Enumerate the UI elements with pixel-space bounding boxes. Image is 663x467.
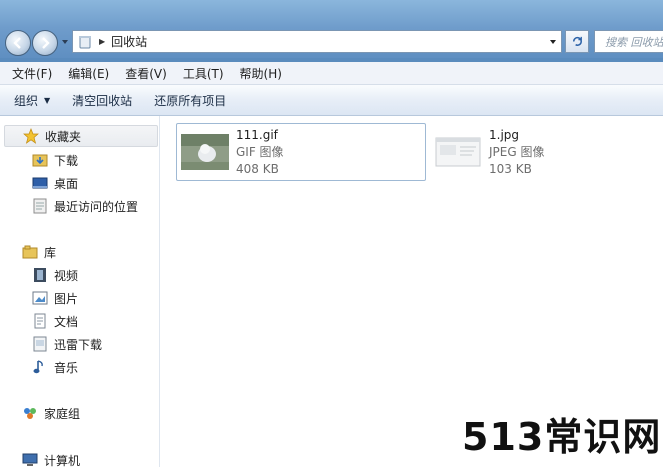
sidebar-item-thunder-downloads[interactable]: 迅雷下载: [0, 333, 159, 355]
sidebar-item-recent-places[interactable]: 最近访问的位置: [0, 195, 159, 217]
favorites-label: 收藏夹: [45, 129, 82, 144]
menu-bar: 文件(F) 编辑(E) 查看(V) 工具(T) 帮助(H): [0, 62, 663, 85]
breadcrumb-recycle-bin[interactable]: 回收站: [111, 33, 147, 50]
recent-places-label: 最近访问的位置: [54, 199, 139, 214]
site-watermark: 513常识网: [462, 415, 662, 459]
chevron-down-icon: ▼: [44, 95, 51, 105]
back-arrow-icon: [13, 37, 21, 49]
recent-pages-dropdown-icon[interactable]: [61, 38, 69, 46]
sidebar-item-computer[interactable]: 计算机: [0, 449, 159, 467]
jpg-thumbnail-image: [434, 134, 482, 170]
menu-tools[interactable]: 工具(T): [175, 65, 232, 82]
documents-library-icon: [32, 313, 48, 329]
sidebar-item-libraries[interactable]: 库: [0, 241, 159, 263]
refresh-button[interactable]: [565, 30, 589, 53]
computer-icon: [22, 452, 38, 467]
desktop-label: 桌面: [54, 176, 79, 191]
recent-places-icon: [32, 198, 48, 214]
file-tile-1-jpg[interactable]: 1.jpg JPEG 图像 103 KB: [430, 123, 663, 181]
menu-edit[interactable]: 编辑(E): [60, 65, 117, 82]
thunder-downloads-icon: [32, 336, 48, 352]
forward-button[interactable]: [32, 30, 58, 56]
navigation-pane: 收藏夹 下载 桌面 最近访问的位置 库 视频 图片 文档 迅雷下载 音乐 家庭组…: [0, 116, 160, 467]
homegroup-label: 家庭组: [44, 406, 81, 421]
back-button[interactable]: [5, 30, 31, 56]
libraries-label: 库: [44, 245, 57, 260]
search-placeholder: 搜索 回收站: [605, 35, 663, 49]
gif-thumbnail-image: [181, 134, 229, 170]
address-bar-area: ▶ 回收站 搜索 回收站: [0, 0, 663, 62]
file-size: 408 KB: [236, 161, 279, 176]
sidebar-item-favorites[interactable]: 收藏夹: [4, 125, 158, 147]
command-bar: 组织 ▼ 清空回收站 还原所有项目: [0, 85, 663, 116]
computer-label: 计算机: [44, 453, 81, 467]
music-note-icon: [32, 359, 48, 375]
search-input[interactable]: 搜索 回收站: [594, 30, 663, 53]
sidebar-item-homegroup[interactable]: 家庭组: [0, 402, 159, 424]
picture-library-icon: [32, 290, 48, 306]
restore-all-button[interactable]: 还原所有项目: [154, 92, 226, 109]
empty-recycle-bin-button[interactable]: 清空回收站: [72, 92, 132, 109]
homegroup-icon: [22, 405, 38, 421]
file-tile-111-gif[interactable]: 111.gif GIF 图像 408 KB: [176, 123, 426, 181]
sidebar-item-desktop[interactable]: 桌面: [0, 172, 159, 194]
breadcrumb-separator-icon[interactable]: ▶: [99, 37, 105, 46]
menu-file[interactable]: 文件(F): [4, 65, 60, 82]
file-name: 1.jpg: [489, 127, 520, 142]
desktop-icon: [32, 175, 48, 191]
downloads-folder-icon: [32, 152, 48, 168]
pictures-label: 图片: [54, 291, 79, 306]
sidebar-item-documents[interactable]: 文档: [0, 310, 159, 332]
recycle-bin-icon: [79, 35, 91, 48]
organize-label: 组织: [14, 93, 39, 108]
organize-button[interactable]: 组织 ▼: [14, 92, 50, 109]
menu-view[interactable]: 查看(V): [117, 65, 175, 82]
libraries-icon: [22, 244, 38, 260]
forward-arrow-icon: [42, 37, 50, 49]
star-icon: [23, 128, 39, 144]
sidebar-item-music[interactable]: 音乐: [0, 356, 159, 378]
documents-label: 文档: [54, 314, 79, 329]
downloads-label: 下载: [54, 153, 79, 168]
sidebar-item-videos[interactable]: 视频: [0, 264, 159, 286]
file-type: JPEG 图像: [489, 144, 545, 159]
thunder-downloads-label: 迅雷下载: [54, 337, 103, 352]
file-name: 111.gif: [236, 127, 278, 142]
address-box[interactable]: ▶ 回收站: [72, 30, 562, 53]
music-label: 音乐: [54, 360, 79, 375]
menu-help[interactable]: 帮助(H): [232, 65, 290, 82]
sidebar-item-downloads[interactable]: 下载: [0, 149, 159, 171]
file-size: 103 KB: [489, 161, 532, 176]
videos-label: 视频: [54, 268, 79, 283]
address-dropdown-icon[interactable]: [549, 38, 557, 46]
sidebar-item-pictures[interactable]: 图片: [0, 287, 159, 309]
refresh-icon: [572, 36, 582, 46]
file-type: GIF 图像: [236, 144, 284, 159]
video-library-icon: [32, 267, 48, 283]
